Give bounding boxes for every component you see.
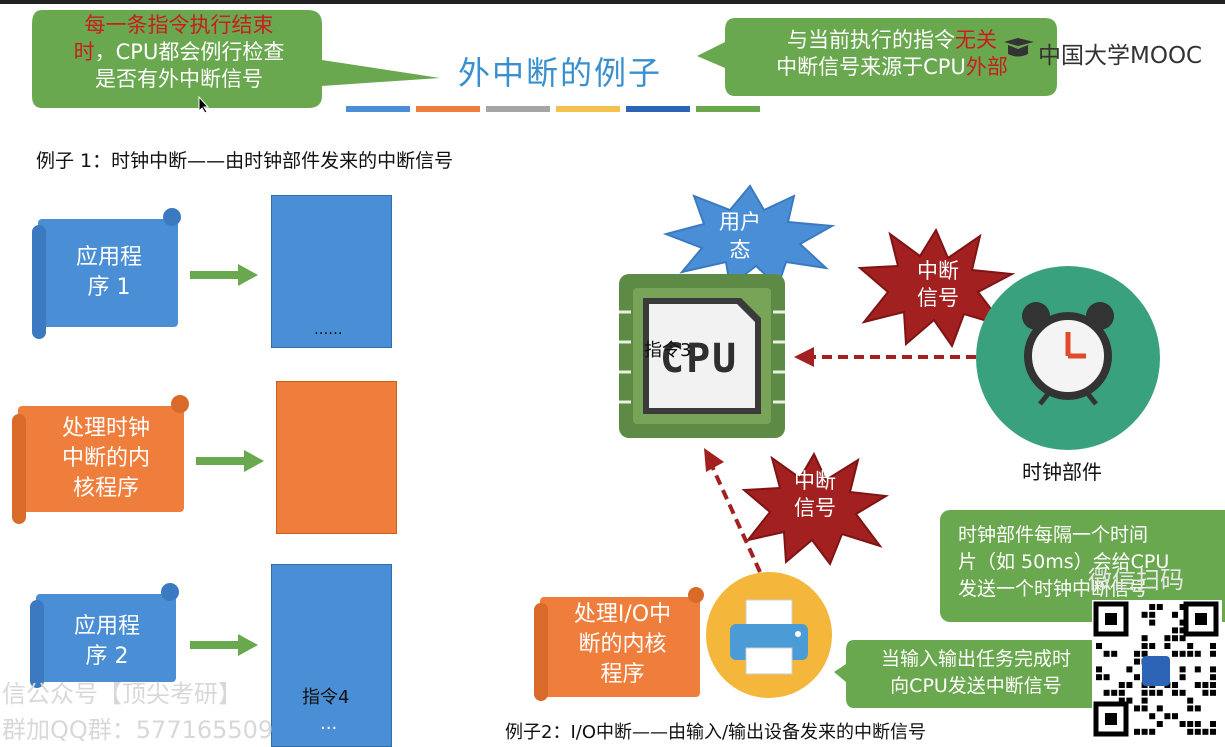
- clock-signal-line1: 中断: [917, 259, 959, 283]
- clock-component-label: 时钟部件: [1022, 460, 1102, 484]
- scroll2-line1: 处理时钟: [61, 416, 150, 441]
- green-arrow-1: [190, 264, 258, 286]
- io-to-cpu-dashed-arrow: [704, 448, 762, 573]
- clock-signal-text: 中断 信号: [900, 258, 976, 312]
- watermark-qq-group: 群加QQ群：577165509: [2, 716, 274, 744]
- callout-right-line1-a: 与当前执行的指令: [787, 28, 955, 52]
- printer-icon: [706, 572, 832, 698]
- watermark-scan: 微信扫码: [1088, 566, 1184, 594]
- io-note-text: 当输入输出任务完成时 向CPU发送中断信号: [856, 646, 1096, 700]
- instruction-block-app2-instr4: 指令4: [302, 687, 350, 708]
- scroll-clock-handler-text: 处理时钟 中断的内 核程序: [26, 414, 186, 504]
- green-arrow-2: [196, 450, 264, 472]
- scroll-io-handler-text: 处理I/O中 断的内核 程序: [545, 600, 700, 690]
- io-signal-text: 中断 信号: [777, 468, 853, 522]
- scroll4-line2: 断的内核: [578, 632, 667, 657]
- instruction-block-app2: 指令4 ...: [271, 564, 392, 747]
- io-note-line2: 向CPU发送中断信号: [890, 675, 1062, 697]
- example2-heading: 例子2：I/O中断——由输入/输出设备发来的中断信号: [505, 722, 927, 743]
- scroll-app-program-2-text: 应用程 序 2: [42, 612, 172, 672]
- qr-code-panel: [1092, 600, 1222, 745]
- callout-left-line2: 时，CPU都会例行检查: [36, 39, 322, 66]
- alarm-clock-icon: [976, 266, 1160, 450]
- callout-left-line1: 每一条指令执行结束: [84, 13, 274, 37]
- clock-signal-line2: 信号: [917, 286, 959, 310]
- scroll3-line2: 序 2: [85, 644, 129, 669]
- clock-to-cpu-dashed-arrow: [794, 347, 976, 367]
- user-mode-text: 用户 态: [700, 208, 780, 264]
- green-arrow-3: [190, 634, 258, 656]
- title-strip-segment: [486, 106, 550, 112]
- scroll1-line2: 序 1: [87, 275, 131, 300]
- instruction-block-app1: ......: [271, 195, 392, 348]
- instruction-block-handler: [276, 381, 397, 534]
- callout-left-text: 每一条指令执行结束 时，CPU都会例行检查 是否有外中断信号: [36, 12, 322, 93]
- example1-heading: 例子 1：时钟中断——由时钟部件发来的中断信号: [36, 150, 454, 172]
- user-mode-line1: 用户: [719, 210, 761, 234]
- io-note-line1: 当输入输出任务完成时: [880, 648, 1071, 670]
- scroll2-line2: 中断的内: [61, 446, 150, 471]
- callout-left-red-word: 时: [73, 40, 95, 64]
- instruction-block-app1-ellipsis: ......: [314, 320, 343, 338]
- scroll2-line3: 核程序: [72, 476, 139, 501]
- clock-note-line1: 时钟部件每隔一个时间: [958, 524, 1149, 546]
- callout-left-line3: 是否有外中断信号: [95, 67, 263, 91]
- mooc-logo-icon: [1004, 38, 1034, 57]
- callout-left-line2-rest: ，CPU都会例行检查: [94, 40, 285, 64]
- io-signal-line1: 中断: [794, 469, 836, 493]
- watermark-wechat-account: 信公众号【顶尖考研】: [2, 680, 242, 708]
- user-mode-line2: 态: [729, 238, 751, 262]
- scroll4-line3: 程序: [600, 662, 645, 687]
- cpu-current-instruction: 指令3: [644, 340, 692, 361]
- scroll1-line1: 应用程: [75, 245, 142, 270]
- scroll-app-program-1-text: 应用程 序 1: [44, 243, 174, 303]
- title-strip-segment: [556, 106, 620, 112]
- title-strip-segment: [696, 106, 760, 112]
- qr-code-icon: [1093, 601, 1219, 737]
- mooc-logo-text: 中国大学MOOC: [1038, 43, 1203, 69]
- page-title: 外中断的例子: [457, 54, 662, 92]
- callout-right-line1-red: 无关: [955, 28, 997, 52]
- top-edge-bar: [0, 0, 1225, 4]
- instruction-block-app2-ellipsis: ...: [320, 713, 338, 734]
- callout-right-line2-a: 中断信号来源于CPU: [776, 55, 966, 79]
- io-signal-line2: 信号: [794, 496, 836, 520]
- title-strip-segment: [626, 106, 690, 112]
- mouse-cursor-icon: [198, 96, 210, 114]
- scroll3-line1: 应用程: [73, 614, 140, 639]
- scroll4-line1: 处理I/O中: [573, 602, 672, 627]
